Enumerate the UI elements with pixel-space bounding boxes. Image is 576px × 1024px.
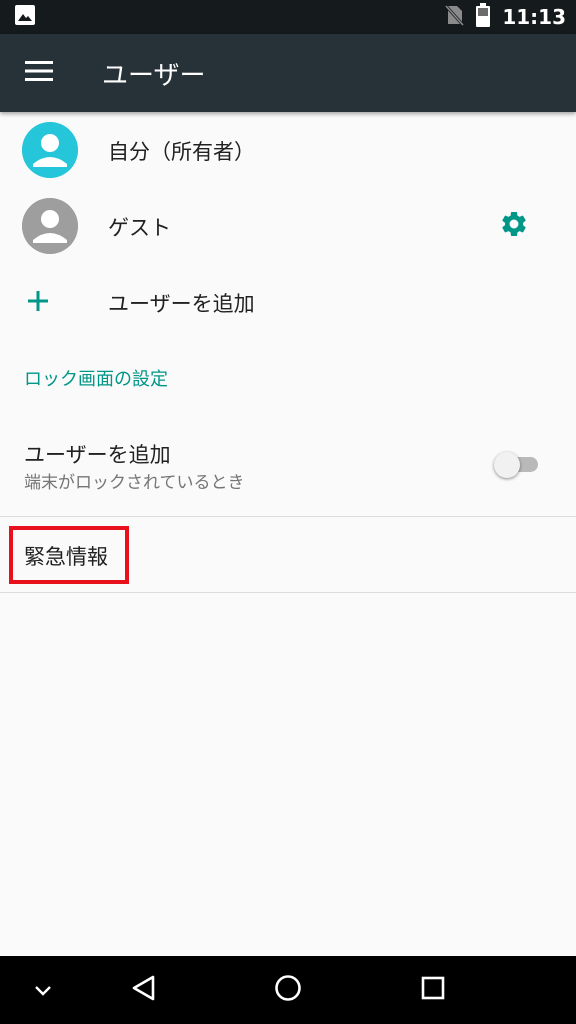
status-bar: 11:13 <box>0 0 576 34</box>
avatar-icon <box>22 198 78 254</box>
avatar-icon <box>22 122 78 178</box>
plus-icon <box>26 289 52 315</box>
hide-keyboard-icon <box>34 981 52 1000</box>
add-user-label: ユーザーを追加 <box>108 292 255 316</box>
emergency-info-label: 緊急情報 <box>24 545 108 569</box>
recents-icon <box>421 976 445 1004</box>
status-time: 11:13 <box>502 5 566 29</box>
status-icons: 11:13 <box>444 3 566 31</box>
emergency-info-item[interactable]: 緊急情報 <box>0 517 576 593</box>
lock-screen-section-header: ロック画面の設定 <box>24 369 168 390</box>
battery-icon <box>476 3 491 31</box>
home-icon <box>274 974 302 1006</box>
user-row-guest[interactable]: ゲスト <box>0 188 576 264</box>
recents-button[interactable] <box>408 956 458 1024</box>
preference-summary: 端末がロックされているとき <box>24 473 245 493</box>
toggle-thumb <box>494 452 520 478</box>
app-bar: ユーザー <box>0 34 576 112</box>
guest-settings-button[interactable] <box>496 208 532 244</box>
user-guest-label: ゲスト <box>108 216 171 240</box>
add-user-lock-toggle[interactable] <box>494 452 540 478</box>
gear-icon <box>499 209 529 243</box>
add-user-button[interactable]: ユーザーを追加 <box>0 264 576 340</box>
no-sim-icon <box>444 4 465 30</box>
user-row-owner[interactable]: 自分（所有者） <box>0 112 576 188</box>
page-title: ユーザー <box>102 60 206 91</box>
back-button[interactable] <box>118 956 168 1024</box>
preference-title: ユーザーを追加 <box>24 443 171 467</box>
hamburger-menu-button[interactable] <box>0 34 78 112</box>
home-button[interactable] <box>262 956 314 1024</box>
divider <box>0 592 576 593</box>
image-notification-icon <box>14 4 36 30</box>
hide-keyboard-button[interactable] <box>20 956 66 1024</box>
back-icon <box>130 974 156 1006</box>
user-owner-label: 自分（所有者） <box>108 140 255 164</box>
navigation-bar <box>0 956 576 1024</box>
hamburger-menu-icon <box>25 61 53 85</box>
